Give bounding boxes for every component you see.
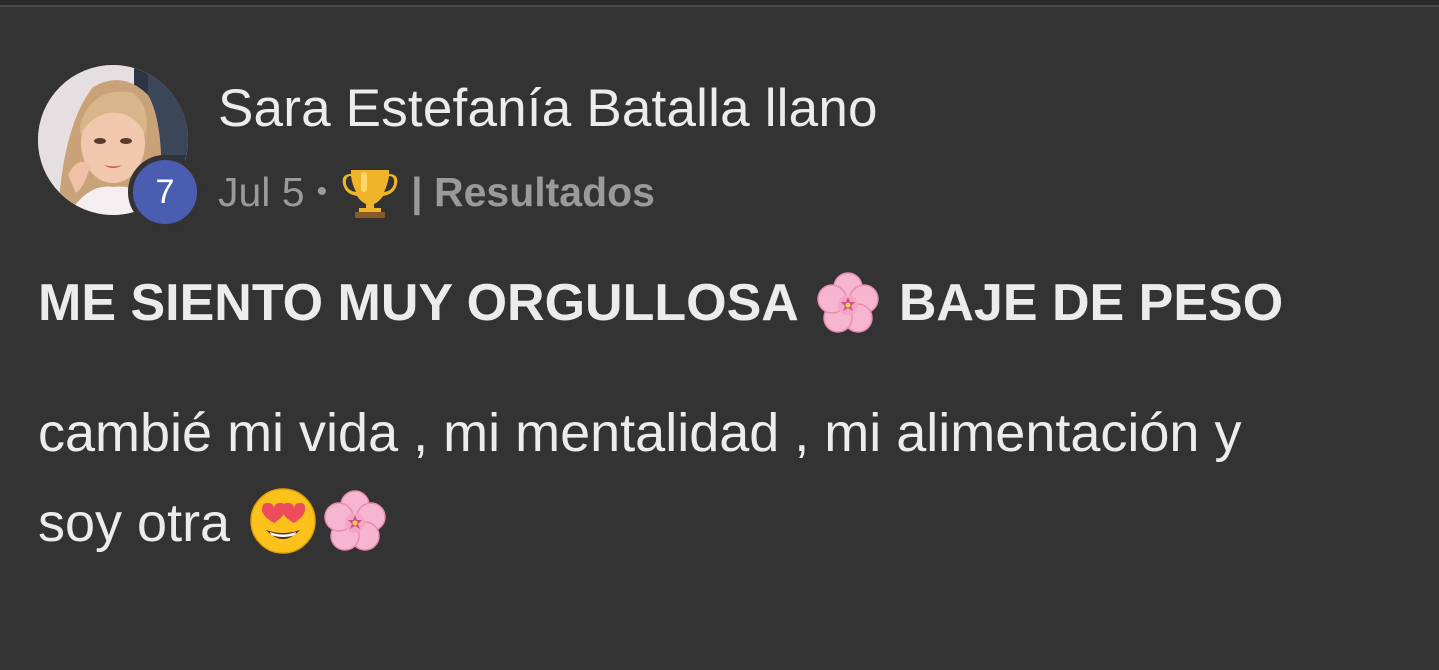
cherry-blossom-icon xyxy=(324,489,386,551)
post-title-part-1: ME SIENTO MUY ORGULLOSA xyxy=(38,274,799,332)
post-body-line-2: soy otra xyxy=(38,493,231,553)
post-meta: Jul 5 • | Resultados xyxy=(218,164,655,220)
author-name[interactable]: Sara Estefanía Batalla llano xyxy=(218,78,878,139)
post-body-line-1: cambié mi vida , mi mentalidad , mi alim… xyxy=(38,403,1242,463)
heart-eyes-face-icon xyxy=(250,487,316,554)
post-title-part-2: BAJE DE PESO xyxy=(898,274,1284,332)
post-title: ME SIENTO MUY ORGULLOSA BAJE DE PESO xyxy=(38,266,1283,340)
trophy-icon xyxy=(342,170,398,218)
post-body-line-2-wrap: soy otra xyxy=(38,478,1408,568)
post-category[interactable]: | Resultados xyxy=(411,169,655,216)
post-date: Jul 5 xyxy=(218,168,305,215)
meta-separator: • xyxy=(316,175,328,208)
post-card: 7 Sara Estefanía Batalla llano Jul 5 • |… xyxy=(0,0,1439,670)
post-body: cambié mi vida , mi mentalidad , mi alim… xyxy=(38,388,1408,568)
level-badge: 7 xyxy=(128,155,202,229)
cherry-blossom-icon xyxy=(817,272,879,333)
